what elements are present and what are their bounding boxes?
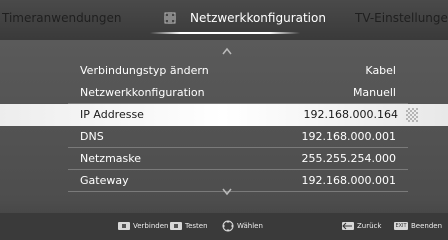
setting-label: Netzwerkkonfiguration: [80, 86, 205, 99]
hint-select-label: Wählen: [237, 222, 263, 230]
setting-label: DNS: [80, 130, 104, 143]
chevron-up-icon[interactable]: [222, 47, 232, 55]
dpad-icon: [222, 220, 234, 232]
setting-row-dns[interactable]: DNS 192.168.000.001: [68, 126, 408, 148]
back-arrow-icon: [342, 222, 354, 230]
setting-label: Netzmaske: [80, 152, 142, 165]
hint-test: Testen: [170, 222, 208, 230]
hint-connect: Verbinden: [118, 222, 168, 230]
setting-row-gateway[interactable]: Gateway 192.168.000.001: [68, 170, 408, 192]
setting-row-connection-type[interactable]: Verbindungstyp ändern Kabel: [68, 60, 408, 82]
setting-value: 255.255.254.000: [301, 152, 396, 165]
tab-tv-settings[interactable]: TV-Einstellungen: [355, 11, 448, 25]
hint-exit-label: Beenden: [411, 222, 443, 230]
network-config-screen: Timeranwendungen Netzwerkkonfiguration T…: [0, 0, 448, 240]
red-key-icon: [118, 222, 130, 230]
setting-value: 192.168.000.164: [303, 108, 398, 121]
green-key-icon: [170, 222, 182, 230]
setting-value: 192.168.000.001: [301, 130, 396, 143]
setting-label: IP Addresse: [80, 108, 144, 121]
settings-list: Verbindungstyp ändern Kabel Netzwerkkonf…: [0, 60, 448, 192]
setting-value: Kabel: [365, 64, 396, 77]
setting-row-netmask[interactable]: Netzmaske 255.255.254.000: [68, 148, 408, 170]
tab-timer-applications[interactable]: Timeranwendungen: [2, 11, 140, 25]
exit-key-icon: EXIT: [394, 222, 408, 230]
tab-bar: Timeranwendungen Netzwerkkonfiguration T…: [0, 0, 448, 40]
hint-test-label: Testen: [185, 222, 208, 230]
hint-back: Zurück: [342, 222, 381, 230]
active-tab-underline: [150, 32, 300, 34]
hint-connect-label: Verbinden: [133, 222, 169, 230]
hint-exit: EXIT Beenden: [394, 222, 442, 230]
setting-row-ip-address[interactable]: IP Addresse 192.168.000.164: [0, 104, 448, 126]
setting-label: Gateway: [80, 174, 129, 187]
hint-back-label: Zurück: [357, 222, 382, 230]
scrollbar-thumb[interactable]: [406, 108, 418, 122]
tab-network-configuration[interactable]: Netzwerkkonfiguration: [190, 11, 326, 25]
network-settings-icon: [164, 12, 176, 24]
button-hint-bar: Verbinden Testen Wählen Zurück EXIT Been…: [0, 213, 448, 240]
setting-value: 192.168.000.001: [301, 174, 396, 187]
setting-row-network-configuration[interactable]: Netzwerkkonfiguration Manuell: [68, 82, 408, 104]
chevron-down-icon[interactable]: [222, 188, 232, 196]
hint-select: Wählen: [222, 220, 263, 232]
setting-label: Verbindungstyp ändern: [80, 64, 209, 77]
settings-list-area: Verbindungstyp ändern Kabel Netzwerkkonf…: [0, 40, 448, 204]
setting-value: Manuell: [352, 86, 396, 99]
